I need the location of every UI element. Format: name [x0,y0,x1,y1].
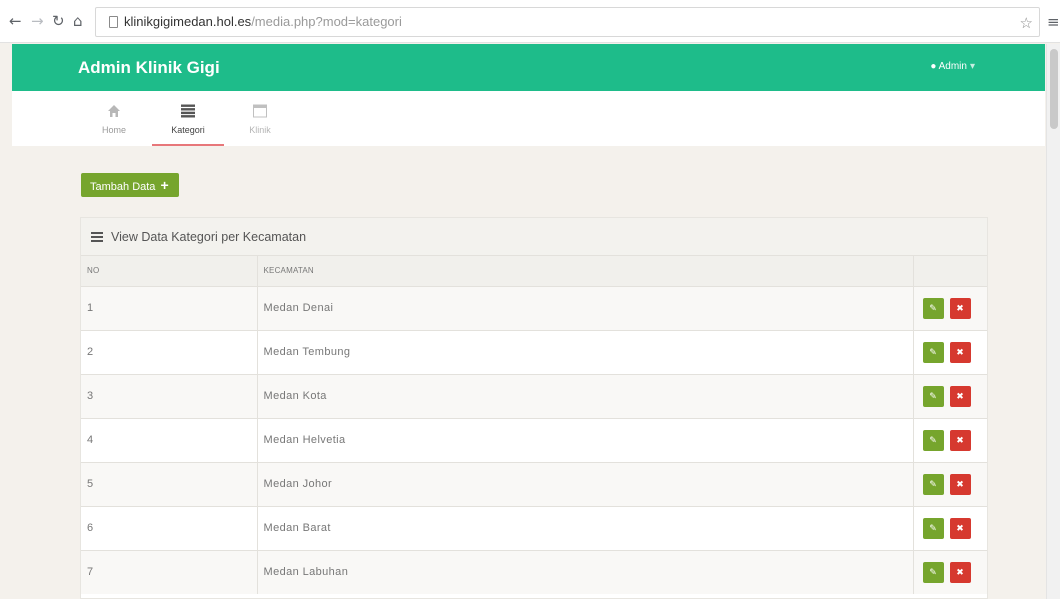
edit-button[interactable]: ✎ [922,341,944,363]
scrollbar[interactable] [1046,44,1060,599]
edit-icon: ✎ [929,346,937,357]
edit-icon: ✎ [929,302,937,313]
row-actions: ✎ ✖ [913,373,987,418]
url-text[interactable]: klinikgigimedan.hol.es/media.php?mod=kat… [124,14,402,29]
list-icon [91,232,103,242]
close-icon: ✖ [956,390,964,401]
scrollbar-thumb[interactable] [1050,49,1058,129]
panel-header: View Data Kategori per Kecamatan [81,218,987,256]
brand-title[interactable]: Admin Klinik Gigi [78,58,220,78]
edit-button[interactable]: ✎ [922,517,944,539]
edit-icon: ✎ [929,566,937,577]
table-row: 4 Medan Helvetia ✎ ✖ [81,417,987,462]
row-actions: ✎ ✖ [913,505,987,550]
table-row: 1 Medan Denai ✎ ✖ [81,285,987,330]
list-icon [181,104,195,118]
edit-button[interactable]: ✎ [922,297,944,319]
close-icon: ✖ [956,478,964,489]
row-number: 1 [81,285,258,330]
home-icon [108,105,120,117]
close-icon: ✖ [956,302,964,313]
app-header: Admin Klinik Gigi ● Admin ▾ [12,44,1045,91]
edit-icon: ✎ [929,434,937,445]
browser-home-icon[interactable]: ⌂ [73,13,83,29]
row-number: 6 [81,505,258,550]
table-row: 2 Medan Tembung ✎ ✖ [81,329,987,374]
column-header-actions [913,256,987,286]
row-actions: ✎ ✖ [913,461,987,506]
plus-icon: + [160,177,169,193]
bookmark-star-icon[interactable]: ☆ [1020,14,1033,32]
forward-arrow-icon[interactable]: → [31,13,44,29]
table-row: 7 Medan Labuhan ✎ ✖ [81,549,987,594]
delete-button[interactable]: ✖ [949,297,971,319]
row-actions: ✎ ✖ [913,549,987,594]
browser-menu-icon[interactable]: ≡ [1047,13,1060,31]
row-actions: ✎ ✖ [913,285,987,330]
delete-button[interactable]: ✖ [949,517,971,539]
column-header-no: NO [81,256,258,286]
row-kecamatan: Medan Labuhan [257,549,914,594]
edit-icon: ✎ [929,478,937,489]
url-host: klinikgigimedan.hol.es [124,14,252,29]
delete-button[interactable]: ✖ [949,429,971,451]
window-icon [253,104,267,118]
back-arrow-icon[interactable]: ← [9,13,22,29]
edit-icon: ✎ [929,390,937,401]
row-number: 7 [81,549,258,594]
panel-title: View Data Kategori per Kecamatan [111,230,307,244]
close-icon: ✖ [956,434,964,445]
row-number: 2 [81,329,258,374]
sub-navigation: Home Kategori Klinik [12,91,1045,146]
row-kecamatan: Medan Kota [257,373,914,418]
edit-button[interactable]: ✎ [922,429,944,451]
table-row: 3 Medan Kota ✎ ✖ [81,373,987,418]
tab-klinik[interactable]: Klinik [224,91,296,146]
add-data-label: Tambah Data [90,181,156,193]
chevron-down-icon: ▾ [969,61,975,72]
close-icon: ✖ [956,566,964,577]
reload-icon[interactable]: ↻ [52,13,65,29]
row-actions: ✎ ✖ [913,417,987,462]
row-kecamatan: Medan Denai [257,285,914,330]
user-label: Admin [938,61,967,72]
kategori-panel: View Data Kategori per Kecamatan NO KECA… [80,217,988,599]
edit-icon: ✎ [929,522,937,533]
edit-button[interactable]: ✎ [922,385,944,407]
close-icon: ✖ [956,346,964,357]
kecamatan-table: NO KECAMATAN 1 Medan Denai ✎ ✖ 2 Medan Tembun… [81,256,987,594]
url-path: /media.php?mod=kategori [251,14,402,29]
row-kecamatan: Medan Johor [257,461,914,506]
table-row: 6 Medan Barat ✎ ✖ [81,505,987,550]
tab-home[interactable]: Home [78,91,150,146]
browser-toolbar: ← → ↻ ⌂ klinikgigimedan.hol.es/media.php… [0,0,1060,43]
tab-kategori-label: Kategori [171,125,205,135]
row-kecamatan: Medan Barat [257,505,914,550]
row-actions: ✎ ✖ [913,329,987,374]
user-menu[interactable]: ● Admin ▾ [930,61,975,72]
delete-button[interactable]: ✖ [949,473,971,495]
close-icon: ✖ [956,522,964,533]
row-number: 3 [81,373,258,418]
row-number: 4 [81,417,258,462]
column-header-kecamatan: KECAMATAN [257,256,914,286]
row-number: 5 [81,461,258,506]
page-icon [109,16,118,28]
row-kecamatan: Medan Tembung [257,329,914,374]
add-data-button[interactable]: Tambah Data + [81,173,179,197]
edit-button[interactable]: ✎ [922,561,944,583]
edit-button[interactable]: ✎ [922,473,944,495]
tab-kategori[interactable]: Kategori [152,91,224,146]
tab-home-label: Home [101,125,126,135]
table-row: 5 Medan Johor ✎ ✖ [81,461,987,506]
delete-button[interactable]: ✖ [949,341,971,363]
address-bar[interactable]: klinikgigimedan.hol.es/media.php?mod=kat… [95,7,1040,37]
user-icon: ● [930,61,937,72]
delete-button[interactable]: ✖ [949,561,971,583]
tab-klinik-label: Klinik [249,125,271,135]
delete-button[interactable]: ✖ [949,385,971,407]
row-kecamatan: Medan Helvetia [257,417,914,462]
table-header-row: NO KECAMATAN [81,256,987,286]
